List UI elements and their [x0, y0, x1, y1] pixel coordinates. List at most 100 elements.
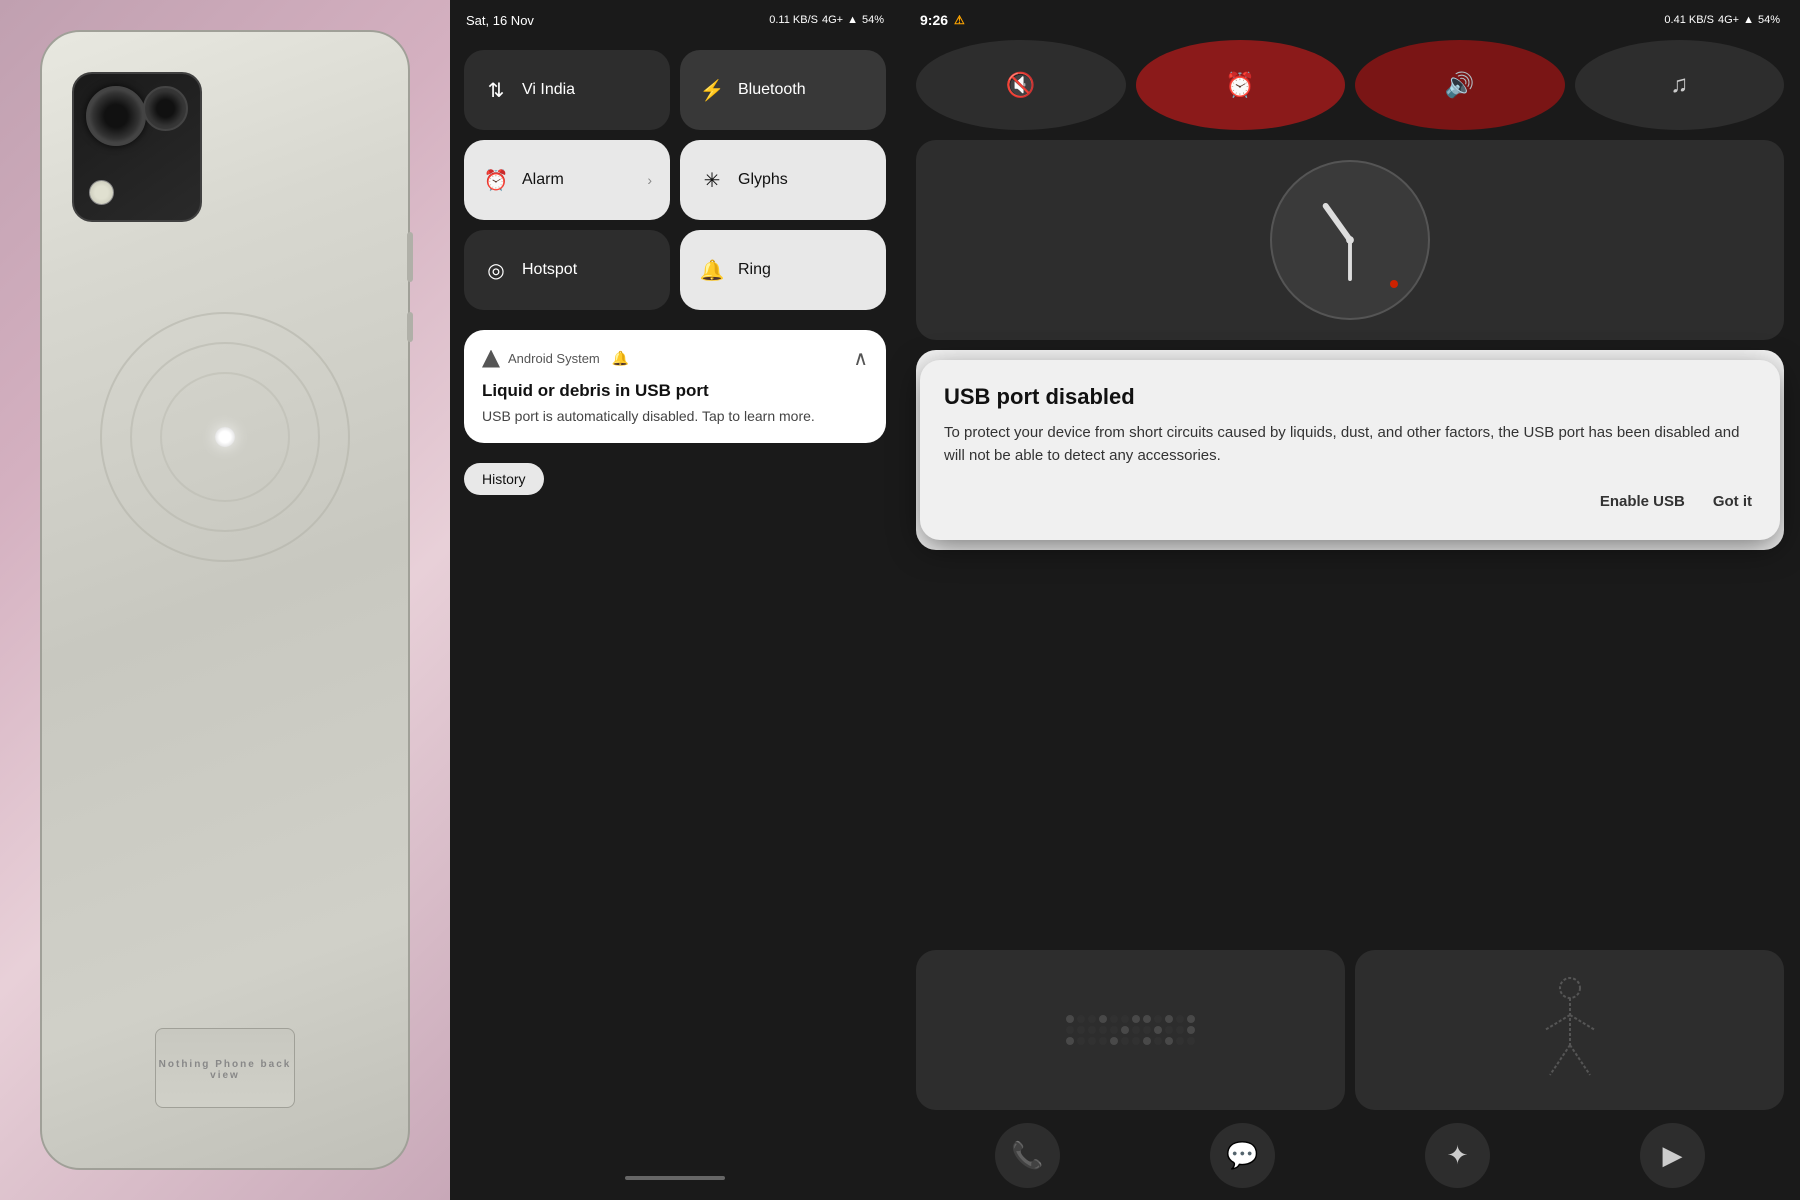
dot [1099, 1026, 1107, 1034]
dot [1154, 1026, 1162, 1034]
volume-icon-btn[interactable]: 🔊 [1355, 40, 1565, 130]
clock-widget [916, 140, 1784, 340]
camera-flash [89, 180, 114, 205]
glyphs-icon: ✳ [698, 168, 726, 193]
status-bar-middle: Sat, 16 Nov 0.11 KB/S 4G+ ▲ 54% [450, 0, 900, 40]
notif-app-info: Android System 🔔 [482, 350, 629, 368]
mute-icon-btn[interactable]: 🔇 [916, 40, 1126, 130]
dock-phone-button[interactable]: 📞 [995, 1123, 1060, 1188]
dock-fan-button[interactable]: ✦ [1425, 1123, 1490, 1188]
dot [1099, 1037, 1107, 1045]
camera-lens-secondary [143, 86, 188, 131]
mute-icon: 🔇 [1006, 71, 1036, 100]
tile-glyphs-label: Glyphs [738, 171, 788, 189]
right-status-left: 9:26 ⚠ [920, 12, 965, 28]
figure-svg [1530, 970, 1610, 1090]
usb-dialog-actions: Enable USB Got it [944, 487, 1756, 516]
figure-widget [1355, 950, 1784, 1110]
dot-map-widget [916, 950, 1345, 1110]
clock-svg [1272, 162, 1428, 318]
ring-icon: 🔔 [698, 258, 726, 283]
dot [1143, 1026, 1151, 1034]
dot [1088, 1026, 1096, 1034]
dot [1143, 1015, 1151, 1023]
alarm-icon-btn[interactable]: ⏰ [1136, 40, 1346, 130]
tile-vi-india[interactable]: ⇅ Vi India [464, 50, 670, 130]
tile-glyphs[interactable]: ✳ Glyphs [680, 140, 886, 220]
scroll-indicator [625, 1176, 725, 1180]
dock-youtube-button[interactable]: ▶ [1640, 1123, 1705, 1188]
notif-header: Android System 🔔 ∧ [482, 346, 868, 371]
dot [1132, 1026, 1140, 1034]
camera-module [72, 72, 202, 222]
camera-lens-main [86, 86, 146, 146]
usb-dialog-title: USB port disabled [944, 384, 1756, 410]
tile-ring-label: Ring [738, 261, 771, 279]
middle-panel: Sat, 16 Nov 0.11 KB/S 4G+ ▲ 54% ⇅ Vi Ind… [450, 0, 900, 1200]
dot [1165, 1037, 1173, 1045]
dot [1077, 1037, 1085, 1045]
spotify-icon-btn[interactable]: ♫ [1575, 40, 1785, 130]
got-it-button[interactable]: Got it [1709, 487, 1756, 516]
nothing-logo: Nothing Phone back view [156, 1059, 294, 1081]
dot [1121, 1015, 1129, 1023]
dot [1176, 1026, 1184, 1034]
dot [1077, 1015, 1085, 1023]
history-button[interactable]: History [464, 463, 544, 495]
bottom-widgets [900, 670, 1800, 1120]
dot [1066, 1037, 1074, 1045]
dot [1110, 1015, 1118, 1023]
dot [1066, 1015, 1074, 1023]
bottom-connector: Nothing Phone back view [155, 1028, 295, 1108]
dot [1143, 1037, 1151, 1045]
dot [1121, 1037, 1129, 1045]
hotspot-icon: ◎ [482, 258, 510, 283]
status-icons: 0.11 KB/S 4G+ ▲ 54% [769, 14, 884, 26]
wireless-center [215, 427, 235, 447]
notification-card[interactable]: Android System 🔔 ∧ Liquid or debris in U… [464, 330, 886, 443]
status-bar-right: 9:26 ⚠ 0.41 KB/S 4G+ ▲ 54% [900, 0, 1800, 40]
notif-collapse-button[interactable]: ∧ [853, 346, 868, 371]
tile-bluetooth[interactable]: ⚡ Bluetooth [680, 50, 886, 130]
notif-title: Liquid or debris in USB port [482, 381, 868, 401]
left-panel: Nothing Phone back view [0, 0, 450, 1200]
bluetooth-icon: ⚡ [698, 78, 726, 103]
right-status-right: 0.41 KB/S 4G+ ▲ 54% [1664, 14, 1780, 26]
notif-app-name: Android System [508, 351, 600, 366]
side-button-power[interactable] [407, 232, 413, 282]
dot [1187, 1037, 1195, 1045]
tile-hotspot[interactable]: ◎ Hotspot [464, 230, 670, 310]
dot [1165, 1026, 1173, 1034]
warning-icon: ⚠ [954, 13, 965, 27]
dot [1187, 1015, 1195, 1023]
fan-icon: ✦ [1447, 1140, 1469, 1171]
dot [1121, 1026, 1129, 1034]
right-signal-icon: ▲ [1743, 14, 1754, 26]
usb-dialog-body: To protect your device from short circui… [944, 422, 1756, 467]
right-network: 4G+ [1718, 14, 1739, 26]
battery-indicator: 54% [862, 14, 884, 26]
data-transfer-icon: ⇅ [482, 78, 510, 103]
notif-bell-icon: 🔔 [612, 350, 629, 367]
dot [1110, 1026, 1118, 1034]
tile-alarm-label: Alarm [522, 171, 564, 189]
enable-usb-button[interactable]: Enable USB [1596, 487, 1689, 516]
tile-vi-label: Vi India [522, 81, 575, 99]
youtube-icon: ▶ [1663, 1140, 1683, 1171]
dot [1132, 1037, 1140, 1045]
right-battery: 54% [1758, 14, 1780, 26]
side-button-volume[interactable] [407, 312, 413, 342]
dock-chat-button[interactable]: 💬 [1210, 1123, 1275, 1188]
right-speed: 0.41 KB/S [1664, 14, 1714, 26]
dot [1187, 1026, 1195, 1034]
phone-back: Nothing Phone back view [40, 30, 410, 1170]
tile-ring[interactable]: 🔔 Ring [680, 230, 886, 310]
tile-bluetooth-label: Bluetooth [738, 81, 806, 99]
chat-icon: 💬 [1226, 1140, 1258, 1171]
spotify-icon: ♫ [1670, 71, 1688, 99]
signal-icon: ▲ [847, 14, 858, 26]
dot [1165, 1015, 1173, 1023]
right-panel: 9:26 ⚠ 0.41 KB/S 4G+ ▲ 54% 🔇 ⏰ 🔊 ♫ [900, 0, 1800, 1200]
tile-alarm[interactable]: ⏰ Alarm › [464, 140, 670, 220]
dot [1066, 1026, 1074, 1034]
